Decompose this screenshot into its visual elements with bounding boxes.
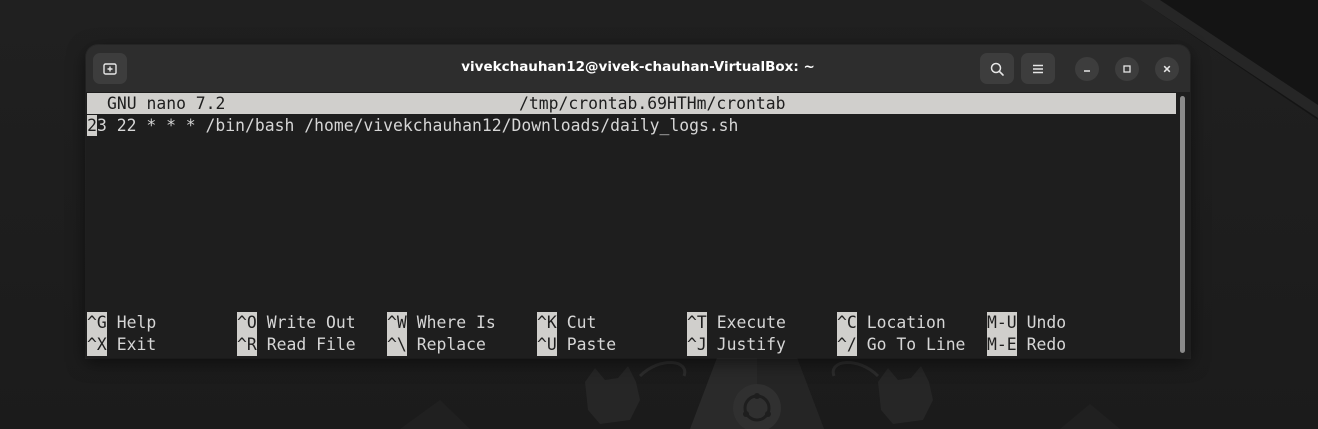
shortcut-label: Location (866, 313, 946, 332)
terminal-window: vivekchauhan12@vivek-chauhan-VirtualBox:… (86, 45, 1190, 358)
shortcut-key: ^U (537, 334, 557, 356)
shortcut-label: Undo (1026, 313, 1067, 332)
shortcut-key: ^G (87, 312, 107, 334)
nano-version: GNU nano 7.2 (107, 94, 226, 113)
close-button[interactable] (1155, 57, 1179, 81)
terminal-scrollbar[interactable] (1180, 96, 1185, 353)
menu-button[interactable] (1021, 53, 1055, 84)
shortcut-key: ^K (537, 312, 557, 334)
headerbar: vivekchauhan12@vivek-chauhan-VirtualBox:… (86, 45, 1190, 92)
shortcut-location[interactable]: ^C Location (837, 312, 946, 334)
shortcut-label: Justify (716, 335, 786, 354)
shortcut-label: Write Out (266, 313, 356, 332)
shortcut-undo[interactable]: M-U Undo (987, 312, 1066, 334)
shortcut-label: Read File (266, 335, 356, 354)
minimize-icon (1084, 70, 1090, 72)
shortcut-label: Execute (716, 313, 786, 332)
shortcut-key: ^J (687, 334, 707, 356)
shortcut-label: Cut (566, 313, 597, 332)
shortcut-key: M-U (987, 312, 1017, 334)
maximize-icon (1123, 65, 1131, 73)
shortcut-key: ^\ (387, 334, 407, 356)
shortcut-label: Paste (566, 335, 617, 354)
window-title: vivekchauhan12@vivek-chauhan-VirtualBox:… (461, 59, 815, 75)
shortcut-label: Go To Line (866, 335, 966, 354)
search-button[interactable] (980, 53, 1014, 84)
shortcut-key: ^T (687, 312, 707, 334)
shortcut-key: ^R (237, 334, 257, 356)
shortcut-go-to-line[interactable]: ^/ Go To Line (837, 334, 965, 356)
nano-title-bar: GNU nano 7.2 /tmp/crontab.69HTHm/crontab (87, 93, 1176, 114)
close-icon (1163, 65, 1171, 73)
nano-filename: /tmp/crontab.69HTHm/crontab (519, 94, 786, 113)
editor-line[interactable]: 23 22 * * * /bin/bash /home/vivekchauhan… (87, 115, 738, 136)
shortcut-label: Replace (416, 335, 486, 354)
shortcut-help[interactable]: ^G Help (87, 312, 156, 334)
shortcut-justify[interactable]: ^J Justify (687, 334, 786, 356)
search-icon (990, 62, 1004, 76)
shortcut-key: ^X (87, 334, 107, 356)
shortcut-key: M-E (987, 334, 1017, 356)
shortcut-key: ^O (237, 312, 257, 334)
shortcut-label: Redo (1026, 335, 1067, 354)
text-cursor: 2 (87, 115, 97, 136)
shortcut-cut[interactable]: ^K Cut (537, 312, 596, 334)
shortcut-paste[interactable]: ^U Paste (537, 334, 616, 356)
shortcut-label: Where Is (416, 313, 496, 332)
shortcut-where-is[interactable]: ^W Where Is (387, 312, 496, 334)
editor-line-text: 3 22 * * * /bin/bash /home/vivekchauhan1… (97, 116, 739, 135)
new-tab-icon (103, 62, 117, 75)
maximize-button[interactable] (1115, 57, 1139, 81)
shortcut-key: ^C (837, 312, 857, 334)
hamburger-menu-icon (1033, 64, 1043, 73)
shortcut-label: Exit (116, 335, 157, 354)
terminal-area[interactable]: GNU nano 7.2 /tmp/crontab.69HTHm/crontab… (86, 92, 1190, 358)
shortcut-read-file[interactable]: ^R Read File (237, 334, 356, 356)
shortcut-replace[interactable]: ^\ Replace (387, 334, 486, 356)
shortcut-redo[interactable]: M-E Redo (987, 334, 1066, 356)
shortcut-exit[interactable]: ^X Exit (87, 334, 156, 356)
shortcut-execute[interactable]: ^T Execute (687, 312, 786, 334)
minimize-button[interactable] (1075, 57, 1099, 81)
new-tab-button[interactable] (93, 53, 127, 84)
shortcut-label: Help (116, 313, 157, 332)
shortcut-key: ^W (387, 312, 407, 334)
shortcut-write-out[interactable]: ^O Write Out (237, 312, 356, 334)
shortcut-key: ^/ (837, 334, 857, 356)
